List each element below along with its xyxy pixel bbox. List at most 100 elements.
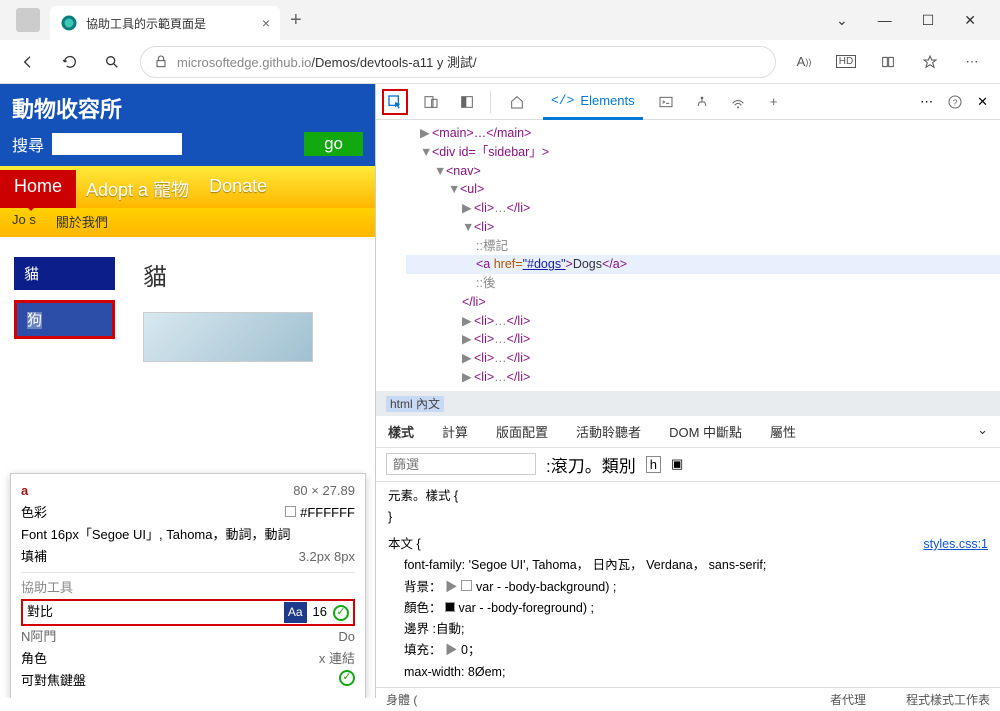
dom-tree[interactable]: ▶<main>…</main> ▼<div id=「sidebar」> ▼<na… bbox=[376, 120, 1000, 391]
tooltip-contrast-value: 16 bbox=[313, 601, 327, 623]
color-swatch-icon bbox=[285, 506, 296, 517]
rendered-page: 動物收容所 搜尋 go Home Adopt a 寵物 Donate Jo s … bbox=[0, 84, 375, 698]
body-selector: 本文 { bbox=[388, 537, 421, 551]
element-style-rule: 元素。樣式 { bbox=[388, 486, 988, 507]
browser-toolbar: microsoftedge.github.io/Demos/devtools-a… bbox=[0, 40, 1000, 84]
read-aloud-icon[interactable]: A)) bbox=[790, 48, 818, 76]
nav-donate[interactable]: Donate bbox=[199, 170, 277, 208]
favorite-icon[interactable] bbox=[916, 48, 944, 76]
tab-computed[interactable]: 計算 bbox=[442, 422, 468, 441]
check-icon: ✓ bbox=[333, 605, 349, 621]
tooltip-dims: 80 × 27.89 bbox=[293, 480, 355, 502]
tab-close-button[interactable]: × bbox=[262, 15, 270, 31]
search-button[interactable] bbox=[98, 48, 126, 76]
styles-tabs: 樣式 計算 版面配置 活動聆聽者 DOM 中斷點 屬性 ⌄ bbox=[376, 416, 1000, 448]
close-window-button[interactable]: ✕ bbox=[964, 12, 976, 29]
tab-title: 協助工具的示範頁面是 bbox=[86, 15, 206, 32]
tab-welcome[interactable] bbox=[501, 84, 533, 120]
tab-elements[interactable]: </>Elements bbox=[543, 84, 643, 120]
edge-icon bbox=[60, 14, 78, 32]
dom-breadcrumb[interactable]: html 內文 bbox=[376, 391, 1000, 416]
tab-properties[interactable]: 屬性 bbox=[770, 422, 796, 441]
cls-toggle[interactable]: :滾刀。類別 bbox=[546, 452, 636, 477]
nav-adopt[interactable]: Adopt a 寵物 bbox=[76, 170, 199, 208]
selected-node[interactable]: <a href="#dogs">Dogs</a> bbox=[406, 255, 1000, 274]
styles-footer: 身體 ( 者代理 程式樣式工作表 bbox=[376, 687, 1000, 711]
tooltip-focus-label: 可對焦鍵盤 bbox=[21, 670, 86, 692]
tooltip-a11y-header: 協助工具 bbox=[21, 572, 355, 599]
devtools-settings-icon[interactable]: ? bbox=[947, 94, 963, 110]
url-domain: microsoftedge.github.io bbox=[177, 55, 311, 70]
tab-console[interactable] bbox=[653, 89, 679, 115]
hd-icon[interactable]: HD bbox=[832, 48, 860, 76]
primary-nav: Home Adopt a 寵物 Donate bbox=[0, 166, 375, 208]
dock-button[interactable] bbox=[454, 89, 480, 115]
check-icon: ✓ bbox=[339, 670, 355, 686]
devtools-tabs: </>Elements + ⋯ ? ✕ bbox=[376, 84, 1000, 120]
tab-dom-breakpoints[interactable]: DOM 中斷點 bbox=[669, 422, 742, 441]
tooltip-role-value: x 連結 bbox=[319, 648, 355, 670]
tab-sources[interactable] bbox=[689, 89, 715, 115]
page-header: 動物收容所 搜尋 go bbox=[0, 84, 375, 166]
minimize-button[interactable]: — bbox=[878, 12, 892, 29]
swatch-icon bbox=[461, 580, 472, 591]
maximize-button[interactable]: ☐ bbox=[922, 12, 935, 29]
inspect-element-button[interactable] bbox=[382, 89, 408, 115]
pseudo-after: ::後 bbox=[406, 274, 1000, 293]
tabs-overflow-icon[interactable]: ⌄ bbox=[977, 422, 988, 441]
browser-tab[interactable]: 協助工具的示範頁面是 × bbox=[50, 6, 280, 40]
tooltip-role-label: 角色 bbox=[21, 648, 47, 670]
tooltip-color-label: 色彩 bbox=[21, 502, 47, 524]
go-button[interactable]: go bbox=[304, 132, 363, 156]
page-sidebar: 貓 狗 bbox=[0, 257, 115, 362]
reader-icon[interactable] bbox=[874, 48, 902, 76]
tooltip-contrast-label: 對比 bbox=[27, 601, 53, 623]
site-info-icon[interactable] bbox=[153, 54, 169, 70]
tab-styles[interactable]: 樣式 bbox=[388, 422, 414, 441]
new-tab-button[interactable]: + bbox=[290, 9, 302, 32]
inspect-tooltip: a80 × 27.89 色彩 #FFFFFF Font 16px「Segoe U… bbox=[10, 473, 366, 698]
swatch-icon bbox=[445, 602, 455, 612]
stylesheet-link[interactable]: styles.css:1 bbox=[923, 534, 988, 555]
prop-maxwidth: max-width: 8Øem; bbox=[388, 662, 988, 683]
styles-rules[interactable]: 元素。樣式 { } 本文 {styles.css:1 font-family: … bbox=[376, 482, 1000, 687]
device-toolbar-button[interactable] bbox=[418, 89, 444, 115]
content-image bbox=[143, 312, 313, 362]
search-input[interactable] bbox=[52, 133, 182, 155]
new-rule-icon[interactable]: ▣ bbox=[671, 456, 683, 472]
window-dropdown-icon[interactable]: ⌄ bbox=[836, 12, 848, 29]
tab-network[interactable] bbox=[725, 89, 751, 115]
profile-avatar[interactable] bbox=[16, 8, 40, 32]
tooltip-name-value: Do bbox=[338, 626, 355, 648]
nav-about[interactable]: 關於我們 bbox=[56, 212, 108, 231]
prop-margin: 邊界 :自動; bbox=[388, 619, 988, 640]
refresh-button[interactable] bbox=[56, 48, 84, 76]
more-menu-icon[interactable]: ⋯ bbox=[958, 48, 986, 76]
svg-text:?: ? bbox=[953, 97, 958, 107]
devtools-more-icon[interactable]: ⋯ bbox=[920, 94, 933, 110]
sidebar-cats[interactable]: 貓 bbox=[14, 257, 115, 290]
tooltip-tag: a bbox=[21, 480, 28, 502]
tab-more[interactable]: + bbox=[761, 89, 787, 115]
prop-font: font-family: 'Segoe UI', Tahoma， 日內瓦， Ve… bbox=[388, 555, 988, 576]
back-button[interactable] bbox=[14, 48, 42, 76]
aa-badge: Aa bbox=[284, 602, 307, 622]
filter-input[interactable] bbox=[386, 453, 536, 475]
secondary-nav: Jo s 關於我們 bbox=[0, 208, 375, 237]
tooltip-color-value: #FFFFFF bbox=[300, 505, 355, 520]
tab-layout[interactable]: 版面配置 bbox=[496, 422, 548, 441]
tooltip-contrast-row: 對比 Aa 16 ✓ bbox=[21, 599, 355, 625]
tooltip-padding-value: 3.2px 8px bbox=[299, 546, 355, 568]
address-bar[interactable]: microsoftedge.github.io/Demos/devtools-a… bbox=[140, 46, 776, 78]
cls-h-icon[interactable]: h bbox=[646, 456, 661, 473]
search-label: 搜尋 bbox=[12, 132, 44, 156]
content-heading: 貓 bbox=[143, 257, 313, 292]
page-title: 動物收容所 bbox=[12, 92, 363, 124]
nav-home[interactable]: Home bbox=[0, 170, 76, 208]
devtools-panel: </>Elements + ⋯ ? ✕ ▶<main>…</main> ▼<di… bbox=[375, 84, 1000, 698]
tooltip-name-label: N阿門 bbox=[21, 626, 56, 648]
tab-listeners[interactable]: 活動聆聽者 bbox=[576, 422, 641, 441]
devtools-close-icon[interactable]: ✕ bbox=[977, 94, 988, 110]
sidebar-dogs[interactable]: 狗 bbox=[14, 300, 115, 339]
url-path: /Demos/devtools-a11 y 測試/ bbox=[311, 55, 476, 70]
